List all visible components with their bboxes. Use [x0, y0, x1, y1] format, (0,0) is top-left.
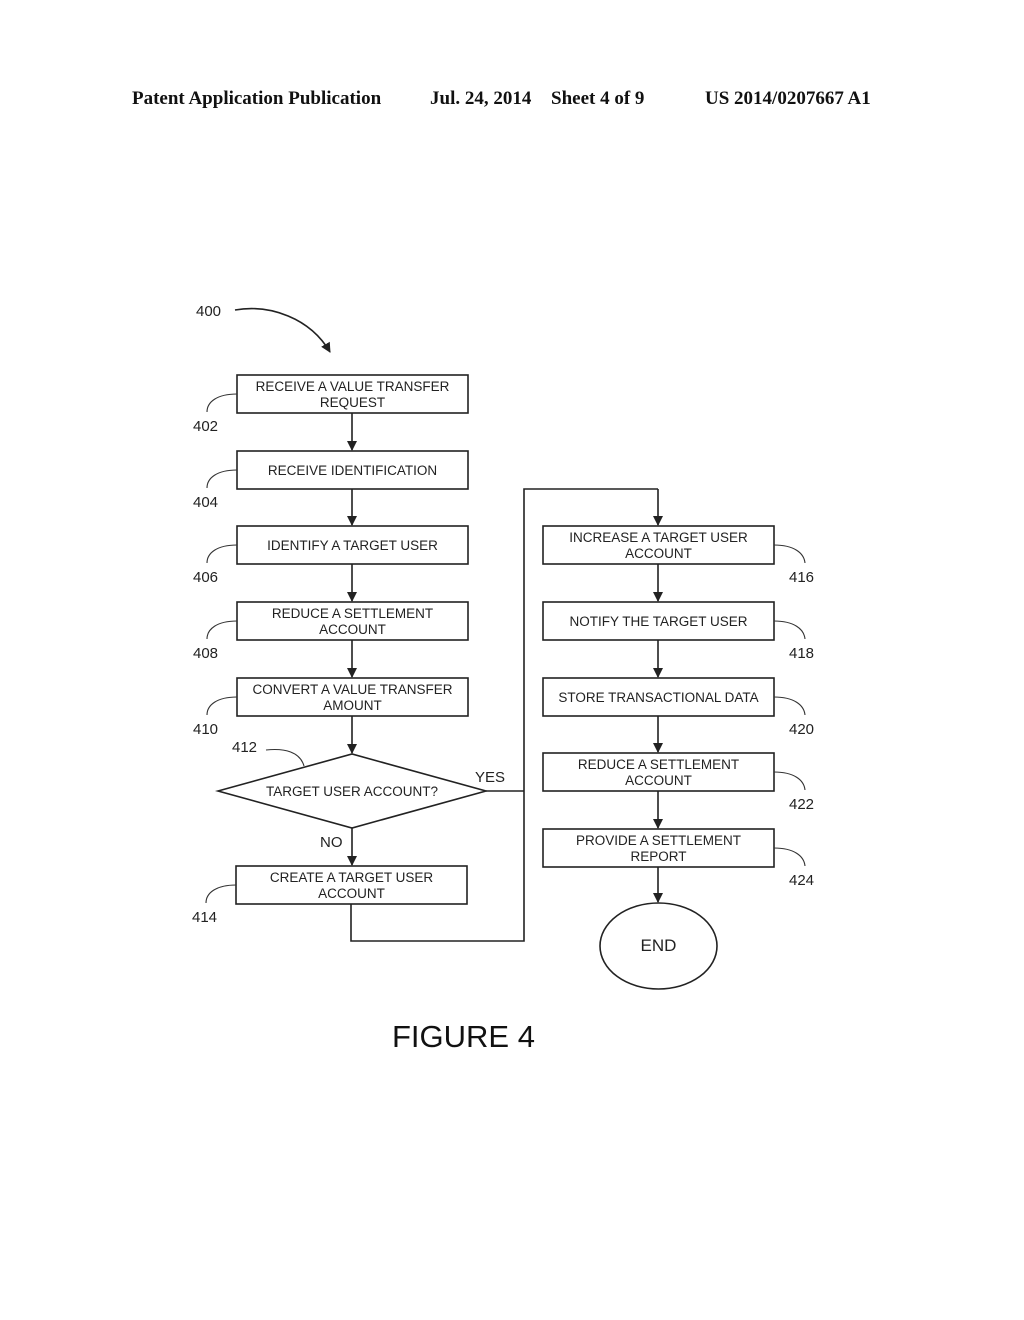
ref-leader [773, 544, 806, 564]
ref-number: 402 [193, 418, 218, 435]
step-text: END [641, 936, 677, 955]
ref-number: 404 [193, 494, 218, 511]
ref-number: 418 [789, 645, 814, 662]
flow-step-404: RECEIVE IDENTIFICATION 404 [193, 450, 469, 511]
step-text: PROVIDE A SETTLEMENT [576, 833, 741, 848]
step-text: IDENTIFY A TARGET USER [267, 538, 438, 553]
ref-number: 420 [789, 721, 814, 738]
ref-number: 412 [232, 739, 257, 756]
ref-number: 416 [789, 569, 814, 586]
step-text: CREATE A TARGET USER [270, 870, 434, 885]
ref-leader [206, 393, 238, 413]
ref-number: 424 [789, 872, 814, 889]
ref-leader [205, 884, 237, 904]
flow-step-414: CREATE A TARGET USERACCOUNT 414 [192, 865, 468, 926]
ref-leader [206, 544, 238, 564]
ref-leader [206, 620, 238, 640]
step-text: RECEIVE IDENTIFICATION [268, 463, 437, 478]
ref-number: 422 [789, 796, 814, 813]
ref-leader [265, 748, 305, 767]
step-text: AMOUNT [323, 698, 382, 713]
ref-number: 414 [192, 909, 217, 926]
no-label: NO [320, 834, 343, 851]
step-text: STORE TRANSACTIONAL DATA [558, 690, 758, 705]
flow-step-424: PROVIDE A SETTLEMENTREPORT 424 [542, 828, 814, 889]
flow-step-402: RECEIVE A VALUE TRANSFERREQUEST 402 [193, 374, 469, 435]
ref-leader [773, 771, 806, 791]
figure-ref-label: 400 [196, 303, 221, 320]
flowchart: 400 RECEIVE A VALUE TRANSFERREQUEST402RE… [192, 303, 814, 1054]
flow-step-420: STORE TRANSACTIONAL DATA 420 [542, 677, 814, 738]
yes-label: YES [475, 769, 505, 786]
flow-step-416: INCREASE A TARGET USERACCOUNT 416 [542, 525, 814, 586]
flow-step-418: NOTIFY THE TARGET USER 418 [542, 601, 814, 662]
flow-step-422: REDUCE A SETTLEMENTACCOUNT 422 [542, 752, 814, 813]
step-text: ACCOUNT [319, 622, 386, 637]
figure-caption: FIGURE 4 [392, 1019, 535, 1054]
step-text: ACCOUNT [318, 886, 385, 901]
step-text: ACCOUNT [625, 546, 692, 561]
figure-ref-arrow [234, 307, 331, 353]
ref-number: 410 [193, 721, 218, 738]
step-text: REDUCE A SETTLEMENT [578, 757, 739, 772]
flow-step-410: CONVERT A VALUE TRANSFERAMOUNT 410 [193, 677, 469, 738]
ref-leader [773, 847, 806, 867]
step-text: REDUCE A SETTLEMENT [272, 606, 433, 621]
flow-step-406: IDENTIFY A TARGET USER 406 [193, 525, 469, 586]
ref-leader [773, 620, 806, 640]
ref-leader [773, 696, 806, 716]
step-text: RECEIVE A VALUE TRANSFER [256, 379, 450, 394]
step-text: REQUEST [320, 395, 385, 410]
flow-step-end: END [599, 902, 718, 990]
step-text: ACCOUNT [625, 773, 692, 788]
ref-number: 408 [193, 645, 218, 662]
ref-number: 406 [193, 569, 218, 586]
step-text: CONVERT A VALUE TRANSFER [252, 682, 452, 697]
step-text: INCREASE A TARGET USER [569, 530, 748, 545]
step-text: TARGET USER ACCOUNT? [266, 784, 438, 799]
step-text: REPORT [630, 849, 686, 864]
flow-step-408: REDUCE A SETTLEMENTACCOUNT 408 [193, 601, 469, 662]
ref-leader [206, 469, 238, 489]
ref-leader [206, 696, 238, 716]
step-text: NOTIFY THE TARGET USER [569, 614, 747, 629]
